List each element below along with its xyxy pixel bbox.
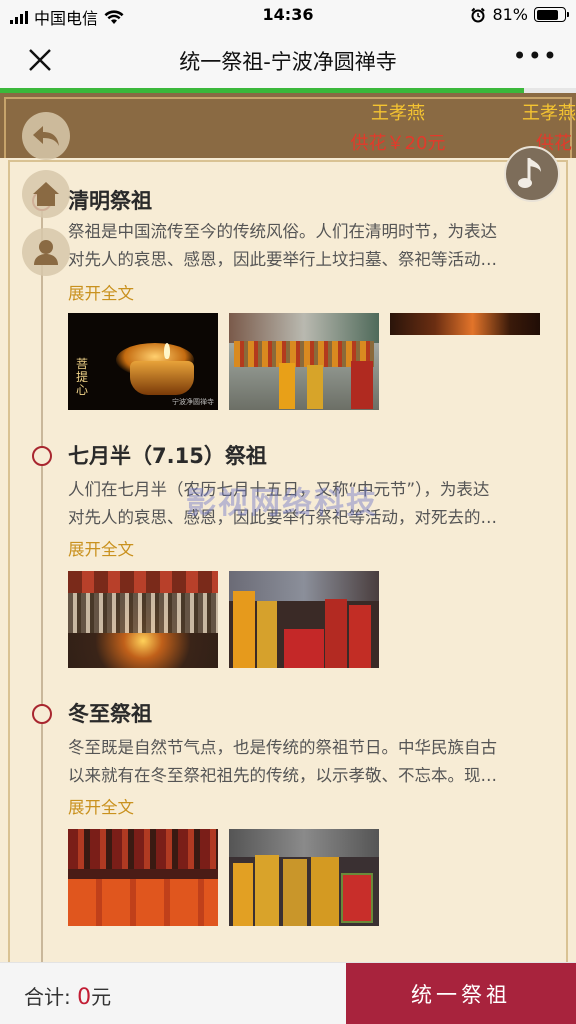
- back-arrow-icon: [33, 126, 59, 146]
- timeline-line: [41, 188, 43, 962]
- timeline-dot: [32, 704, 52, 724]
- section-title: 七月半（7.15）祭祖: [68, 444, 267, 468]
- monks-ceremony-photo[interactable]: [229, 571, 379, 668]
- ancestor-worship-list[interactable]: 清明祭祖 祭祖是中国流传至今的传统风俗。人们在清明时节，为表达 对先人的哀思、感…: [0, 158, 576, 962]
- donor-item: 王孝燕 供花￥20元: [346, 99, 450, 155]
- section-description: 祭祖是中国流传至今的传统风俗。人们在清明时节，为表达 对先人的哀思、感恩，因此要…: [68, 222, 497, 269]
- submit-worship-button[interactable]: 统一祭祖: [346, 963, 576, 1024]
- battery-percent: 81%: [492, 5, 528, 24]
- user-icon: [34, 240, 58, 265]
- section-description: 冬至既是自然节气点，也是传统的祭祖节日。中华民族自古 以来就有在冬至祭祀祖先的传…: [68, 738, 497, 785]
- section-title: 清明祭祖: [68, 189, 152, 213]
- candle-circle-photo[interactable]: [68, 571, 218, 668]
- back-button[interactable]: [22, 112, 70, 160]
- donor-gift: 供花￥20元: [350, 133, 446, 154]
- total-label: 合计:: [24, 985, 71, 1009]
- candle-photo[interactable]: 菩提心 宁波净圆禅寺: [68, 313, 218, 410]
- battery-icon: [534, 7, 569, 22]
- timeline-dot: [32, 446, 52, 466]
- profile-button[interactable]: [22, 228, 70, 276]
- total-price: 合计: 0元: [24, 981, 111, 1010]
- total-amount: 0: [77, 985, 92, 1010]
- photo-caption: 菩提心: [76, 357, 89, 397]
- donor-name: 王孝燕: [522, 103, 576, 124]
- watermark-text: 影视网络科技: [186, 486, 378, 521]
- section-title: 冬至祭祖: [68, 702, 152, 726]
- expand-button[interactable]: 展开全文: [68, 794, 134, 818]
- home-button[interactable]: [22, 170, 70, 218]
- winter-ceremony-photo[interactable]: [68, 829, 218, 926]
- lanterns-photo[interactable]: [390, 313, 540, 335]
- photo-watermark: 宁波净圆禅寺: [172, 398, 214, 406]
- total-unit: 元: [91, 985, 112, 1009]
- alarm-icon: [471, 7, 486, 22]
- checkout-bar: 合计: 0元 统一祭祖: [0, 962, 576, 1024]
- home-icon: [33, 182, 59, 206]
- more-dots-icon[interactable]: •••: [513, 44, 558, 68]
- expand-button[interactable]: 展开全文: [68, 536, 134, 560]
- nav-bar: 统一祭祖-宁波净圆禅寺 •••: [0, 30, 576, 88]
- music-toggle-button[interactable]: [504, 146, 560, 202]
- status-bar: 中国电信 14:36 81%: [0, 0, 576, 30]
- donor-banner: 王孝燕 供花￥20元 王孝燕 供花: [0, 93, 576, 158]
- donor-name: 王孝燕: [371, 103, 425, 124]
- expand-button[interactable]: 展开全文: [68, 280, 134, 304]
- monks-procession-photo[interactable]: [229, 313, 379, 410]
- monks-chanting-photo[interactable]: [229, 829, 379, 926]
- music-note-icon: [518, 158, 541, 188]
- page-title: 统一祭祖-宁波净圆禅寺: [179, 50, 397, 74]
